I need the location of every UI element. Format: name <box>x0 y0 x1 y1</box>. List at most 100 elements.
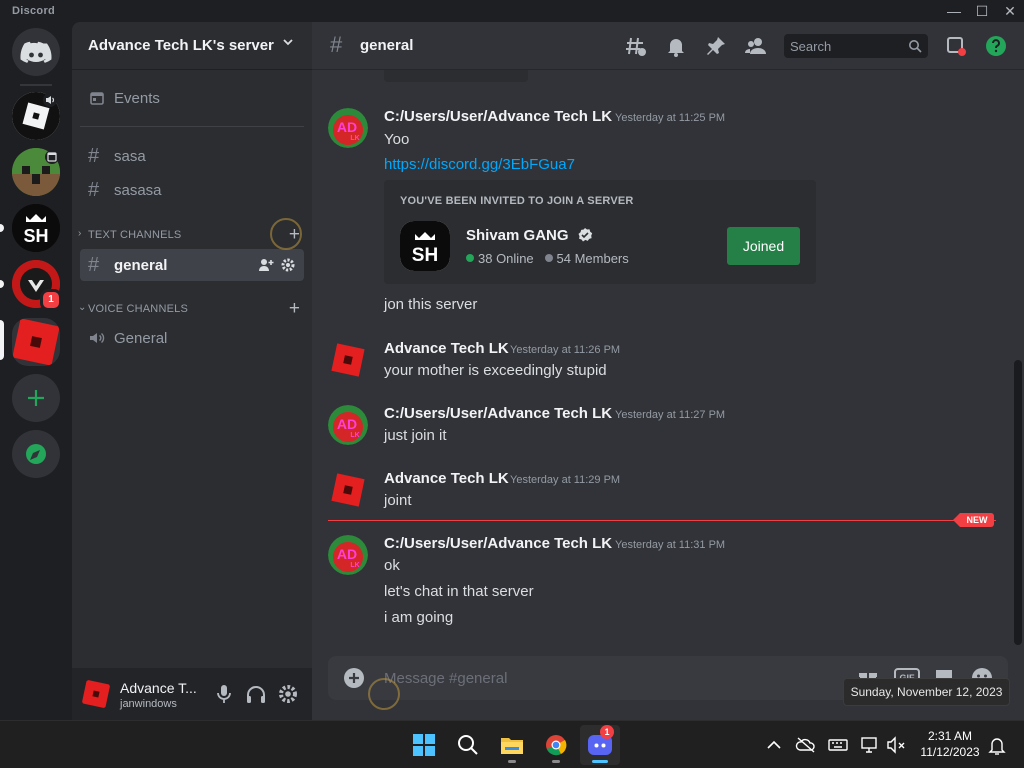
search-box[interactable] <box>784 34 928 58</box>
pin-icon[interactable] <box>704 34 728 58</box>
explore-button[interactable] <box>12 430 60 478</box>
message-author[interactable]: C:/Users/User/Advance Tech LK <box>384 108 612 125</box>
app-brand: Discord <box>12 5 56 17</box>
guild-stats: 38 Online 54 Members <box>466 251 629 266</box>
message-author[interactable]: C:/Users/User/Advance Tech LK <box>384 405 612 422</box>
server-header[interactable]: Advance Tech LK's server <box>72 22 312 70</box>
message-text: i am going <box>384 609 454 626</box>
channel-sasasa[interactable]: # sasasa <box>80 174 304 206</box>
inbox-icon[interactable] <box>944 34 968 58</box>
guild-icon: SH <box>400 221 450 271</box>
ad-logo-icon: ADLK <box>328 535 368 575</box>
events-item[interactable]: Events <box>80 82 304 114</box>
mention-badge: 1 <box>40 289 62 311</box>
channel-sasa[interactable]: # sasa <box>80 140 304 172</box>
cloud-offline-icon[interactable] <box>794 733 818 757</box>
new-messages-divider <box>328 520 996 521</box>
notification-bell-icon[interactable] <box>985 733 1009 757</box>
keyboard-icon[interactable] <box>826 733 850 757</box>
svg-text:LK: LK <box>350 135 359 142</box>
close-button[interactable]: ✕ <box>993 0 1024 22</box>
roblox-square-icon <box>328 340 368 380</box>
message-timestamp: Yesterday at 11:31 PM <box>615 539 726 551</box>
running-indicator <box>552 760 560 763</box>
search-icon <box>909 40 922 53</box>
message-author[interactable]: Advance Tech LK <box>384 340 509 357</box>
chrome-button[interactable] <box>536 725 576 765</box>
message-input[interactable] <box>384 656 824 700</box>
active-indicator <box>592 760 608 763</box>
chevron-down-icon: ⌄ <box>78 302 87 313</box>
voice-channel-general[interactable]: General <box>80 322 304 354</box>
add-attachment-icon[interactable] <box>342 666 366 690</box>
svg-text:LK: LK <box>350 432 359 439</box>
svg-text:AD: AD <box>337 119 357 135</box>
channel-general[interactable]: # general <box>80 249 304 281</box>
gear-icon[interactable] <box>280 257 296 273</box>
ad-logo-icon: ADLK <box>328 108 368 148</box>
message-text: ok <box>384 557 400 574</box>
file-explorer-button[interactable] <box>492 725 532 765</box>
joined-button[interactable]: Joined <box>727 227 800 265</box>
member-count: 54 Members <box>556 251 629 266</box>
start-button[interactable] <box>404 725 444 765</box>
channel-title: general <box>360 37 414 54</box>
message-text: let's chat in that server <box>384 583 534 600</box>
invite-link-line: https://discord.gg/3EbFGua7 <box>384 156 575 173</box>
ad-logo-icon: ADLK <box>328 405 368 445</box>
scrollbar[interactable] <box>1014 360 1022 645</box>
avatar[interactable]: AD LK <box>328 535 368 575</box>
svg-text:SH: SH <box>23 226 48 246</box>
members-icon[interactable] <box>744 34 768 58</box>
threads-icon[interactable] <box>624 34 648 58</box>
server-advance-tech[interactable] <box>12 318 60 366</box>
gear-icon[interactable] <box>272 678 304 710</box>
svg-text:AD: AD <box>337 416 357 432</box>
events-label: Events <box>114 90 160 107</box>
avatar[interactable] <box>80 678 112 710</box>
chevron-right-icon: › <box>78 228 82 239</box>
unread-pill <box>0 224 4 232</box>
avatar[interactable] <box>328 470 368 510</box>
microphone-icon[interactable] <box>208 678 240 710</box>
svg-text:LK: LK <box>350 562 359 569</box>
message-timestamp: Yesterday at 11:25 PM <box>615 112 726 124</box>
create-channel-icon[interactable]: + <box>289 298 300 320</box>
message-author[interactable]: Advance Tech LK <box>384 470 509 487</box>
speaker-icon <box>46 96 55 104</box>
message-timestamp: Yesterday at 11:27 PM <box>615 409 726 421</box>
running-indicator <box>508 760 516 763</box>
discord-taskbar-button[interactable]: 1 <box>580 725 620 765</box>
invite-link[interactable]: https://discord.gg/3EbFGua7 <box>384 156 575 173</box>
avatar[interactable] <box>328 340 368 380</box>
category-voice-channels[interactable]: ⌄ VOICE CHANNELS + <box>76 298 304 320</box>
online-dot <box>466 254 474 262</box>
previous-embed-fragment <box>384 70 528 82</box>
verified-badge-icon <box>578 228 592 242</box>
chevron-up-icon[interactable] <box>762 733 786 757</box>
message-author[interactable]: C:/Users/User/Advance Tech LK <box>384 535 612 552</box>
headphones-icon[interactable] <box>240 678 272 710</box>
channel-sidebar: Advance Tech LK's server Events # sasa #… <box>72 22 312 720</box>
server-shivam-gang[interactable]: SH <box>12 204 60 252</box>
avatar[interactable]: AD LK <box>328 405 368 445</box>
network-icon[interactable] <box>858 733 882 757</box>
search-taskbar-button[interactable] <box>448 725 488 765</box>
user-tag: janwindows <box>120 698 177 710</box>
svg-text:AD: AD <box>337 546 357 562</box>
home-button[interactable] <box>12 28 60 76</box>
avatar[interactable]: AD LK <box>328 108 368 148</box>
windows-logo-icon <box>413 734 435 756</box>
speaker-icon <box>90 332 105 344</box>
invite-icon[interactable] <box>258 257 274 273</box>
username: Advance T... <box>120 680 197 696</box>
bell-icon[interactable] <box>664 34 688 58</box>
search-input[interactable] <box>784 34 904 58</box>
message-text: joint <box>384 492 412 509</box>
add-server-button[interactable] <box>12 374 60 422</box>
selected-pill <box>0 320 4 360</box>
volume-muted-icon[interactable] <box>884 733 908 757</box>
help-icon[interactable] <box>984 34 1008 58</box>
discord-logo-icon <box>20 41 52 63</box>
system-clock[interactable]: 2:31 AM 11/12/2023 <box>910 728 990 760</box>
